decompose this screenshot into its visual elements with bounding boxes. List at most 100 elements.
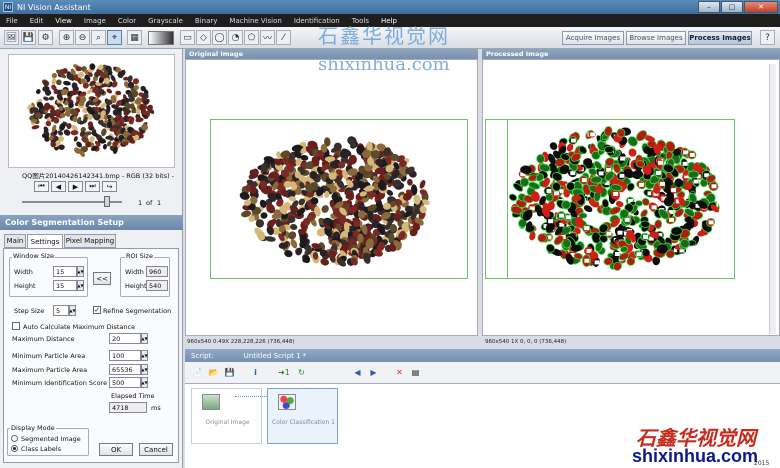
segmented-image-label: Segmented Image (21, 435, 81, 443)
run-continuous-icon[interactable]: ↻ (295, 366, 308, 379)
refine-checkbox[interactable]: ✓ (93, 306, 101, 314)
delete-step-icon[interactable]: ✕ (393, 366, 406, 379)
menu-view[interactable]: View (49, 17, 78, 25)
maximize-button[interactable]: □ (721, 1, 743, 13)
zoom-out-icon[interactable]: ⊖ (75, 30, 90, 45)
app-icon: NI (3, 2, 13, 12)
first-image-button[interactable]: ⏮ (34, 181, 49, 192)
help-icon[interactable]: ? (760, 30, 775, 45)
min-particle-spinner[interactable]: ▲▼ (141, 350, 148, 361)
roi-width-value: 960 (146, 266, 168, 277)
tab-main[interactable]: Main (4, 234, 26, 248)
open-script-icon[interactable]: 📂 (207, 366, 220, 379)
move-right-icon[interactable]: ▶ (367, 366, 380, 379)
class-label-tag (548, 219, 554, 224)
step-size-field[interactable]: 5 (53, 305, 69, 316)
window-width-spinner[interactable]: ▲▼ (77, 266, 84, 277)
image-thumbnail[interactable] (8, 54, 175, 168)
page-total: 1 (157, 199, 162, 207)
tab-pixel-mapping[interactable]: Pixel Mapping (64, 234, 116, 248)
class-labels-label: Class Labels (21, 445, 62, 453)
max-particle-spinner[interactable]: ▲▼ (141, 364, 148, 375)
annulus-tool-icon[interactable]: ◔ (228, 30, 243, 45)
processed-status: 960x540 1X 0, 0, 0 (736,448) (485, 339, 567, 345)
class-label-tag (590, 132, 596, 137)
menu-machine-vision[interactable]: Machine Vision (223, 17, 287, 25)
window-height-spinner[interactable]: ▲▼ (77, 280, 84, 291)
loop-button[interactable]: ↪ (102, 181, 117, 192)
max-distance-field[interactable]: 20 (109, 333, 141, 344)
min-particle-label: Minimum Particle Area (12, 352, 86, 360)
close-button[interactable]: ✕ (744, 1, 778, 13)
class-label-tag (619, 173, 625, 178)
copy-roi-button[interactable]: << (93, 272, 111, 285)
oval-tool-icon[interactable]: ◯ (212, 30, 227, 45)
line-tool-icon[interactable]: ⁄ (276, 30, 291, 45)
script-step-label: Original Image (205, 419, 250, 426)
page-current: 1 (138, 199, 143, 207)
menu-edit[interactable]: Edit (24, 17, 50, 25)
freehand-tool-icon[interactable]: 〰 (260, 30, 275, 45)
class-label-tag (708, 220, 714, 225)
tab-settings[interactable]: Settings (27, 234, 63, 249)
tab-process-images[interactable]: Process Images (688, 31, 752, 45)
step-size-spinner[interactable]: ▲▼ (69, 305, 76, 316)
color-picker-icon[interactable]: ▦ (127, 30, 142, 45)
original-image[interactable] (210, 119, 468, 279)
min-score-spinner[interactable]: ▲▼ (141, 377, 148, 388)
new-script-icon[interactable]: 📄 (191, 366, 204, 379)
class-label-tag (565, 215, 571, 220)
class-labels-radio[interactable] (11, 445, 18, 452)
processed-image[interactable] (485, 119, 735, 279)
cancel-button[interactable]: Cancel (139, 443, 173, 456)
play-button[interactable]: ▶ (68, 181, 83, 192)
menu-image[interactable]: Image (78, 17, 112, 25)
auto-calc-label: Auto Calculate Maximum Distance (23, 323, 136, 331)
rectangle-tool-icon[interactable]: ▭ (180, 30, 195, 45)
save-icon[interactable]: 💾 (21, 30, 36, 45)
ok-button[interactable]: OK (99, 443, 133, 456)
segmented-image-radio[interactable] (11, 435, 18, 442)
max-particle-field[interactable]: 65536 (109, 364, 141, 375)
next-image-button[interactable]: ⏭ (85, 181, 100, 192)
class-label-tag (584, 226, 590, 231)
run-once-icon[interactable]: ➜1 (275, 366, 293, 379)
window-width-field[interactable]: 15 (53, 266, 77, 277)
zoom-fit-icon[interactable]: ⌕ (91, 30, 106, 45)
settings-icon[interactable]: ⚙ (38, 30, 53, 45)
menu-file[interactable]: File (0, 17, 24, 25)
script-step-color-classification[interactable]: Color Classification 1 (267, 388, 338, 444)
window-height-field[interactable]: 15 (53, 280, 77, 291)
min-particle-field[interactable]: 100 (109, 350, 141, 361)
properties-icon[interactable]: ▤ (409, 366, 422, 379)
min-score-label: Minimum Identification Score (12, 379, 108, 387)
save-script-icon[interactable]: 💾 (223, 366, 236, 379)
max-distance-spinner[interactable]: ▲▼ (141, 333, 148, 344)
rotated-rect-tool-icon[interactable]: ◇ (196, 30, 211, 45)
original-image-pane[interactable] (185, 59, 478, 336)
menu-binary[interactable]: Binary (189, 17, 224, 25)
bottom-watermark-url: shixinhua.com (632, 446, 759, 466)
move-left-icon[interactable]: ◀ (351, 366, 364, 379)
script-label: Script: (191, 351, 214, 360)
auto-calc-checkbox[interactable] (12, 322, 20, 330)
class-label-tag (613, 192, 619, 196)
polygon-tool-icon[interactable]: ⬠ (244, 30, 259, 45)
tab-browse-images[interactable]: Browse Images (626, 31, 686, 45)
tab-acquire-images[interactable]: Acquire Images (562, 31, 624, 45)
zoom-in-icon[interactable]: ⊕ (59, 30, 74, 45)
image-slider-thumb[interactable] (104, 196, 110, 207)
menu-grayscale[interactable]: Grayscale (142, 17, 189, 25)
class-label-tag (570, 171, 576, 176)
processed-image-pane[interactable] (482, 59, 780, 336)
prev-image-button[interactable]: ◀ (51, 181, 66, 192)
min-score-field[interactable]: 500 (109, 377, 141, 388)
info-icon[interactable]: i (249, 366, 262, 379)
class-label-tag (584, 258, 590, 263)
class-label-tag (636, 252, 642, 257)
processed-scrollbar[interactable] (769, 64, 776, 334)
open-image-icon[interactable]: 🖼 (4, 30, 19, 45)
menu-color[interactable]: Color (112, 17, 142, 25)
minimize-button[interactable]: – (698, 1, 720, 13)
zoom-actual-icon[interactable]: ⌖ (107, 30, 122, 45)
